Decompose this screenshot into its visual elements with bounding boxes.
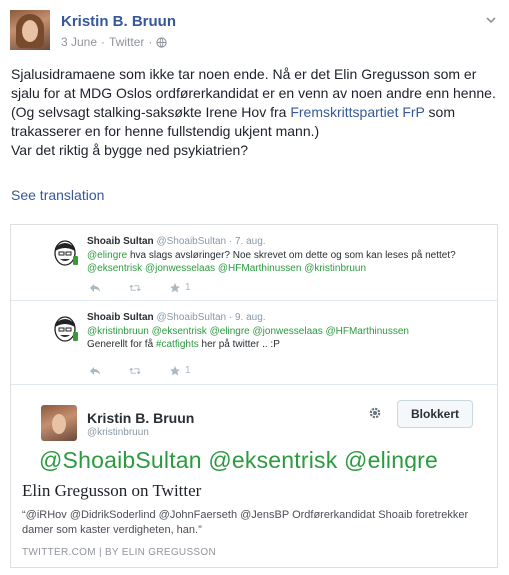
- retweet-icon: [129, 366, 141, 376]
- reply-icon: [89, 283, 101, 293]
- tweet-actions: 1: [89, 282, 191, 293]
- tweet-author[interactable]: Shoaib Sultan @ShoaibSultan · 9. aug.: [87, 312, 266, 323]
- favorite-action: 1: [169, 365, 191, 376]
- card-title[interactable]: Elin Gregusson on Twitter: [22, 481, 201, 501]
- post-date[interactable]: 3 June: [61, 35, 97, 49]
- globe-icon[interactable]: [156, 36, 168, 48]
- profile-handle: @kristinbruun: [87, 427, 149, 438]
- card-description: “@iRHov @DidrikSoderlind @JohnFaerseth @…: [22, 509, 469, 536]
- profile-mentions: @ShoaibSultan @eksentrisk @elingre: [39, 447, 439, 471]
- profile-avatar: [41, 405, 77, 441]
- author-avatar[interactable]: [10, 10, 50, 50]
- post-paragraph-2: (Og selvsagt stalking-saksøkte Irene Hov…: [11, 104, 455, 139]
- tweet-author[interactable]: Shoaib Sultan @ShoaibSultan · 7. aug.: [87, 236, 266, 247]
- see-translation-link[interactable]: See translation: [11, 187, 104, 203]
- card-source: TWITTER.COM | BY ELIN GREGUSSON: [22, 547, 216, 558]
- blocked-button: Blokkert: [397, 400, 473, 428]
- post-meta: 3 June · Twitter ·: [61, 35, 168, 49]
- embedded-profile: Kristin B. Bruun @kristinbruun Blokkert …: [11, 385, 497, 471]
- post-header: Kristin B. Bruun 3 June · Twitter ·: [10, 8, 499, 54]
- embedded-tweet: Shoaib Sultan @ShoaibSultan · 7. aug. @e…: [11, 225, 497, 301]
- gear-icon: [369, 407, 381, 419]
- reply-icon: [89, 366, 101, 376]
- tweet-avatar: [49, 238, 81, 270]
- chevron-down-icon[interactable]: [485, 14, 497, 26]
- card-screenshot-image[interactable]: Shoaib Sultan @ShoaibSultan · 7. aug. @e…: [11, 225, 497, 471]
- retweet-icon: [129, 283, 141, 293]
- star-icon: [170, 365, 180, 375]
- post-paragraph-3: Var det riktig å bygge ned psykiatrien?: [11, 142, 249, 158]
- post-text: Sjalusidramaene som ikke tar noen ende. …: [11, 65, 501, 160]
- tweet-actions: 1: [89, 365, 191, 376]
- star-icon: [170, 282, 180, 292]
- post-source[interactable]: Twitter: [109, 35, 144, 49]
- embedded-tweet: Shoaib Sultan @ShoaibSultan · 9. aug. @k…: [11, 301, 497, 385]
- frp-page-link[interactable]: Fremskrittspartiet FrP: [290, 104, 424, 120]
- tweet-avatar: [49, 314, 81, 346]
- tweet-text: @kristinbruun @eksentrisk @elingre @jonw…: [87, 326, 409, 350]
- favorite-action: 1: [169, 282, 191, 293]
- author-name-link[interactable]: Kristin B. Bruun: [61, 13, 176, 30]
- profile-name: Kristin B. Bruun: [87, 410, 195, 426]
- tweet-text: @elingre hva slags avsløringer? Noe skre…: [87, 250, 456, 274]
- link-preview-card[interactable]: Shoaib Sultan @ShoaibSultan · 7. aug. @e…: [10, 224, 498, 568]
- post-paragraph-1: Sjalusidramaene som ikke tar noen ende. …: [11, 66, 496, 101]
